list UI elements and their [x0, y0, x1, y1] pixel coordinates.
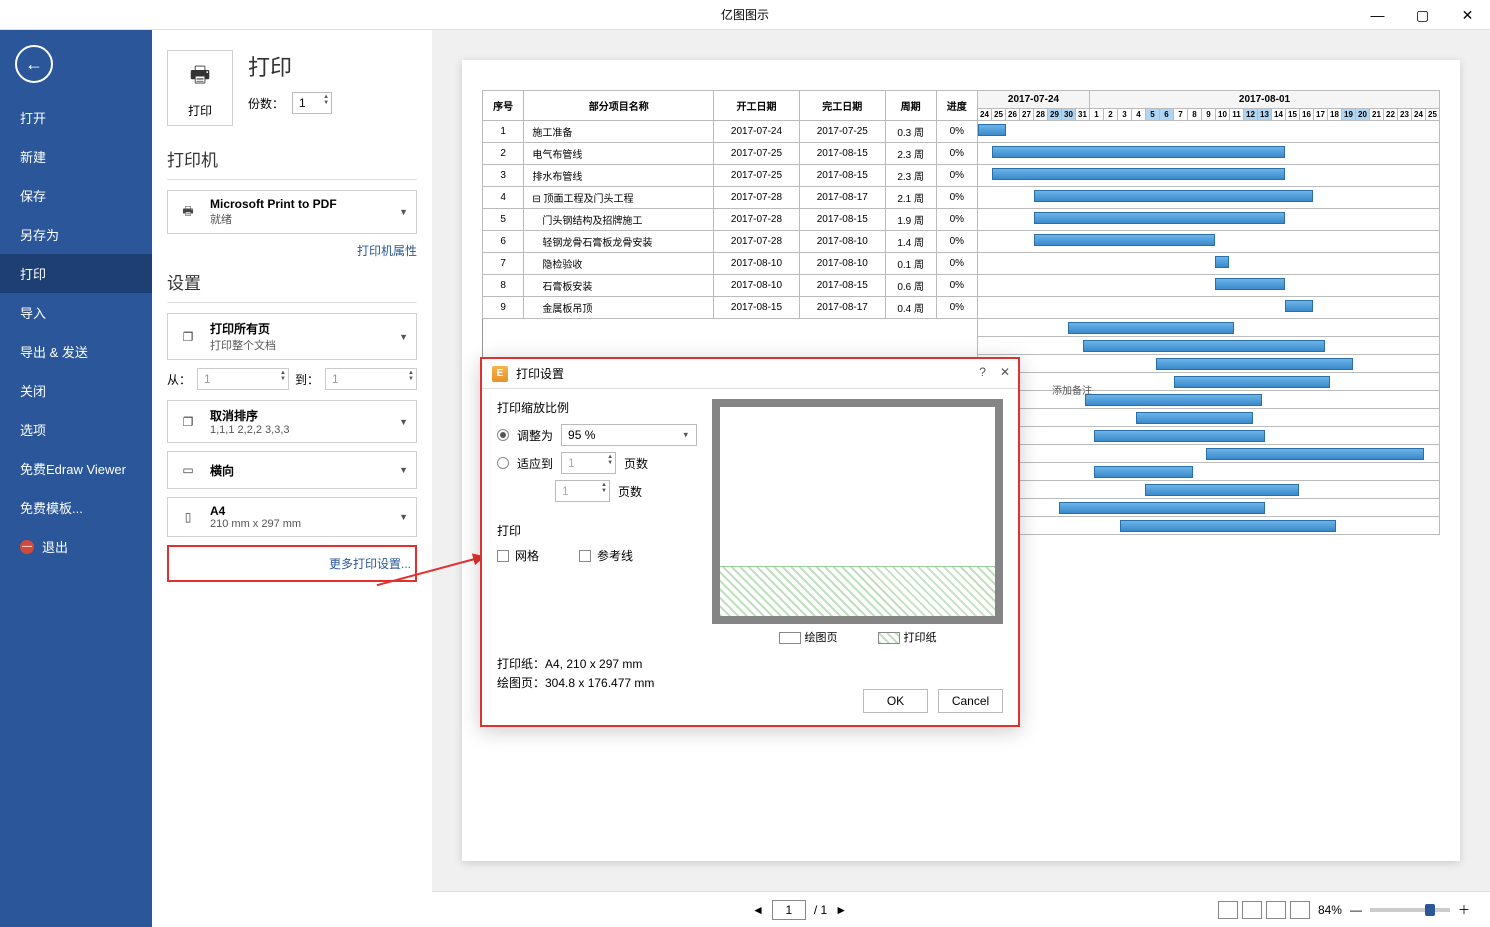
- zoom-out-button[interactable]: —: [1350, 903, 1362, 917]
- to-input[interactable]: 1▲▼: [325, 368, 417, 390]
- chevron-down-icon: ▼: [399, 207, 408, 217]
- fit-to-radio[interactable]: [497, 457, 509, 469]
- preview-footer: ◄ 1 / 1 ► 84% — ＋: [432, 891, 1490, 927]
- app-title: 亿图图示: [721, 6, 769, 23]
- sidebar-item-7[interactable]: 关闭: [0, 371, 152, 410]
- view-fit-icon[interactable]: [1266, 901, 1286, 919]
- dialog-help-button[interactable]: ?: [979, 365, 986, 379]
- printer-section-title: 打印机: [167, 146, 417, 171]
- settings-section-title: 设置: [167, 269, 417, 294]
- chevron-down-icon: ▼: [399, 332, 408, 342]
- view-multi-icon[interactable]: [1242, 901, 1262, 919]
- dialog-title: 打印设置: [516, 365, 564, 382]
- scale-group-title: 打印缩放比例: [497, 399, 697, 416]
- more-print-settings-link[interactable]: 更多打印设置...: [167, 545, 417, 582]
- print-scope-selector[interactable]: ❐ 打印所有页 打印整个文档 ▼: [167, 313, 417, 360]
- drawing-swatch: [779, 632, 801, 644]
- next-page-button[interactable]: ►: [835, 903, 847, 917]
- print-group-title: 打印: [497, 522, 697, 539]
- page-number-input[interactable]: 1: [772, 900, 806, 920]
- back-button[interactable]: ←: [15, 45, 53, 83]
- close-button[interactable]: ✕: [1445, 0, 1490, 30]
- paper-size-selector[interactable]: ▯ A4 210 mm x 297 mm ▼: [167, 497, 417, 537]
- printer-glyph-icon: 🖶: [176, 200, 200, 224]
- sidebar-item-exit[interactable]: — 退出: [0, 527, 152, 566]
- cancel-button[interactable]: Cancel: [938, 689, 1003, 713]
- scale-percent-combo[interactable]: 95 % ▾: [561, 424, 697, 446]
- page-preview: [712, 399, 1003, 624]
- sidebar-item-6[interactable]: 导出 & 发送: [0, 332, 152, 371]
- table-row: 3排水布管线2017-07-252017-08-152.3 周0%: [483, 165, 1440, 187]
- from-input[interactable]: 1▲▼: [197, 368, 289, 390]
- page-total-label: / 1: [814, 903, 827, 917]
- collation-selector[interactable]: ❐ 取消排序 1,1,1 2,2,2 3,3,3 ▼: [167, 400, 417, 443]
- grid-checkbox[interactable]: 网格: [497, 547, 539, 564]
- orientation-selector[interactable]: ▭ 横向 ▼: [167, 451, 417, 489]
- chevron-down-icon: ▾: [683, 430, 688, 441]
- to-label: 到：: [295, 371, 319, 388]
- print-button[interactable]: 🖶 打印: [167, 50, 233, 126]
- minimize-button[interactable]: —: [1355, 0, 1400, 30]
- print-heading: 打印: [248, 50, 332, 82]
- table-row: 8 石膏板安装2017-08-102017-08-150.6 周0%: [483, 275, 1440, 297]
- printer-properties-link[interactable]: 打印机属性: [167, 242, 417, 259]
- from-label: 从：: [167, 371, 191, 388]
- zoom-in-button[interactable]: ＋: [1458, 901, 1470, 918]
- prev-page-button[interactable]: ◄: [752, 903, 764, 917]
- table-row: 1施工准备2017-07-242017-07-250.3 周0%: [483, 121, 1440, 143]
- sidebar-item-4[interactable]: 打印: [0, 254, 152, 293]
- dialog-close-button[interactable]: ✕: [1000, 365, 1010, 379]
- paper-info-label: 打印纸：A4, 210 x 297 mm: [497, 655, 1003, 674]
- collate-icon: ❐: [176, 410, 200, 434]
- printer-icon: 🖶: [190, 58, 211, 96]
- sidebar-item-5[interactable]: 导入: [0, 293, 152, 332]
- copies-spinner[interactable]: 1 ▲▼: [292, 92, 332, 114]
- chevron-down-icon: ▼: [399, 465, 408, 475]
- table-row: 5 门头钢结构及招牌施工2017-07-282017-08-151.9 周0%: [483, 209, 1440, 231]
- sidebar-item-2[interactable]: 保存: [0, 176, 152, 215]
- maximize-button[interactable]: ▢: [1400, 0, 1445, 30]
- app-icon: E: [492, 366, 508, 382]
- sidebar-item-3[interactable]: 另存为: [0, 215, 152, 254]
- sidebar-item-8[interactable]: 选项: [0, 410, 152, 449]
- copies-label: 份数：: [248, 95, 284, 112]
- sidebar-item-0[interactable]: 打开: [0, 98, 152, 137]
- table-row: 4⊟ 顶面工程及门头工程2017-07-282017-08-172.1 周0%: [483, 187, 1440, 209]
- backstage-sidebar: ← 打开新建保存另存为打印导入导出 & 发送关闭选项免费Edraw Viewer…: [0, 30, 152, 927]
- print-options-panel: 🖶 打印 打印 份数： 1 ▲▼ 打印机 🖶 Microsoft Print t…: [152, 30, 432, 927]
- ok-button[interactable]: OK: [863, 689, 928, 713]
- chevron-down-icon: ▼: [399, 417, 408, 427]
- paper-swatch: [878, 632, 900, 644]
- fit-height-spinner[interactable]: 1▲▼: [555, 480, 610, 502]
- print-settings-dialog: E 打印设置 ? ✕ 打印缩放比例 调整为 95 % ▾ 适应到 1▲▼: [480, 357, 1020, 727]
- printer-selector[interactable]: 🖶 Microsoft Print to PDF 就绪 ▼: [167, 190, 417, 234]
- sidebar-item-1[interactable]: 新建: [0, 137, 152, 176]
- adjust-to-radio[interactable]: [497, 429, 509, 441]
- table-row: 6 轻钢龙骨石膏板龙骨安装2017-07-282017-08-101.4 周0%: [483, 231, 1440, 253]
- sidebar-item-9[interactable]: 免费Edraw Viewer: [0, 449, 152, 488]
- zoom-slider[interactable]: [1370, 908, 1450, 912]
- exit-icon: —: [20, 540, 34, 554]
- table-row: 7 隐检验收2017-08-102017-08-100.1 周0%: [483, 253, 1440, 275]
- zoom-label: 84%: [1318, 903, 1342, 917]
- table-row: 9 金属板吊顶2017-08-152017-08-170.4 周0%: [483, 297, 1440, 319]
- pages-icon: ❐: [176, 325, 200, 349]
- paper-icon: ▯: [176, 505, 200, 529]
- gantt-note: 添加备注: [1052, 382, 1092, 397]
- table-row: 2电气布管线2017-07-252017-08-152.3 周0%: [483, 143, 1440, 165]
- fit-width-spinner[interactable]: 1▲▼: [561, 452, 616, 474]
- sidebar-item-10[interactable]: 免费模板...: [0, 488, 152, 527]
- guides-checkbox[interactable]: 参考线: [579, 547, 633, 564]
- view-page-icon[interactable]: [1218, 901, 1238, 919]
- orientation-icon: ▭: [176, 458, 200, 482]
- view-grid-icon[interactable]: [1290, 901, 1310, 919]
- chevron-down-icon: ▼: [399, 512, 408, 522]
